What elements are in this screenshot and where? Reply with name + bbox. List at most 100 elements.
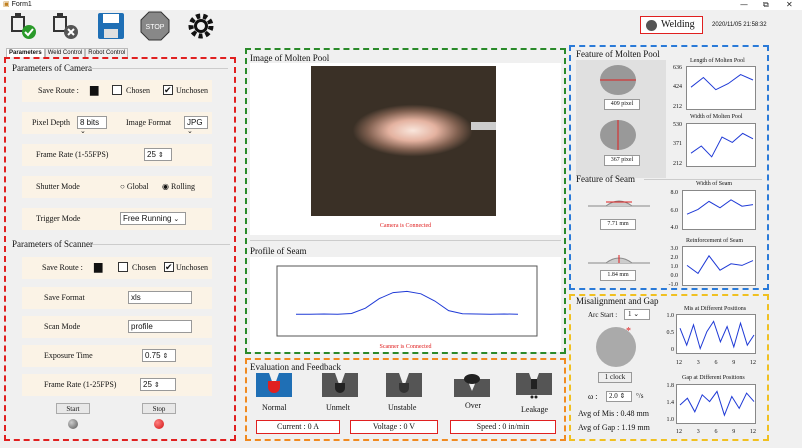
settings-button[interactable] xyxy=(186,11,216,41)
camera-status-text: Camera is Connected xyxy=(379,223,432,229)
seam-reinforcement-icon xyxy=(588,255,650,264)
current-readout: Current : 0 A xyxy=(256,420,340,434)
shutter-mode-label: Shutter Mode xyxy=(36,182,80,191)
pixel-depth-label: Pixel Depth xyxy=(32,118,70,127)
tick-label: 9 xyxy=(732,429,736,435)
unstable-weld-icon xyxy=(386,373,422,397)
pool-length-icon xyxy=(600,65,636,95)
leakage-label: Leakage xyxy=(521,405,549,414)
stop-button[interactable]: STOP xyxy=(140,11,170,41)
chosen-checkbox[interactable] xyxy=(112,85,122,95)
tick-label: 12 xyxy=(750,429,756,435)
tick-label: 1.8 xyxy=(666,383,675,389)
omega-label: ω : xyxy=(588,392,598,401)
unchosen-checkbox[interactable]: ✔ xyxy=(163,85,173,95)
molten-pool-image xyxy=(311,66,496,216)
pool-length-chart-title: Length of Molten Pool xyxy=(690,58,745,64)
floppy-disk-icon xyxy=(98,13,124,39)
app-icon: ▣ xyxy=(3,1,10,8)
tick-label: 12 xyxy=(676,429,682,435)
minimize-button[interactable]: — xyxy=(740,0,748,9)
start-button[interactable]: Start xyxy=(56,403,90,414)
omega-stepper[interactable]: 2.0 ⇕ xyxy=(606,391,632,402)
usb-connect-icon xyxy=(11,13,36,39)
close-button[interactable]: ✕ xyxy=(786,0,793,9)
timestamp: 2020/11/05 21:58:32 xyxy=(712,22,767,28)
welding-status-badge: Welding xyxy=(640,16,703,34)
tick-label: 212 xyxy=(673,104,682,110)
tab-strip: Parameters Weld Control Robot Control xyxy=(6,48,129,57)
trigger-mode-label: Trigger Mode xyxy=(36,214,81,223)
tick-label: 3 xyxy=(696,429,700,435)
unchosen-checkbox[interactable]: ✔ xyxy=(164,262,174,272)
seam-reinforcement-value: 1.84 mm xyxy=(600,270,636,281)
pixel-depth-row: Pixel Depth 8 bits ⌄ Image Format JPG ⌄ xyxy=(22,112,212,135)
seam-reinforcement-chart xyxy=(682,246,756,286)
scan-mode-row: Scan Mode profile xyxy=(22,316,212,338)
scanner-status-text: Scanner is Connected xyxy=(379,344,432,350)
speed-readout: Speed : 0 in/min xyxy=(450,420,556,434)
save-format-select[interactable]: xls xyxy=(128,291,192,304)
save-route-label: Save Route : xyxy=(42,263,83,272)
tick-label: 1.0 xyxy=(666,417,675,423)
seam-width-chart xyxy=(682,190,756,230)
arc-start-select[interactable]: 1 ⌄ xyxy=(624,309,650,320)
scan-mode-select[interactable]: profile xyxy=(128,320,192,333)
camera-frame-rate-row: Frame Rate (1-55FPS) 25 ⇕ xyxy=(22,144,212,166)
save-route-label: Save Route : xyxy=(38,86,79,95)
chosen-checkbox[interactable] xyxy=(118,262,128,272)
connect-camera-button[interactable] xyxy=(8,11,38,41)
scanner-save-route-row: Save Route : ▆ Chosen ✔ Unchosen xyxy=(22,257,212,279)
folder-icon[interactable]: ▆ xyxy=(90,83,98,96)
tab-weld-control[interactable]: Weld Control xyxy=(44,48,86,57)
window-title: ▣ Form1 xyxy=(3,0,32,8)
tick-label: 6.0 xyxy=(670,208,679,214)
tick-label: 3 xyxy=(696,360,700,366)
tab-parameters[interactable]: Parameters xyxy=(6,48,45,57)
image-format-select[interactable]: JPG ⌄ xyxy=(184,116,208,135)
rolling-radio[interactable]: ◉ Rolling xyxy=(162,182,195,191)
svg-text:STOP: STOP xyxy=(146,24,165,31)
global-radio[interactable]: ○ Global xyxy=(120,182,149,191)
start-indicator-icon xyxy=(68,419,78,429)
gap-x-axis: 12 3 6 9 12 xyxy=(676,429,756,435)
exposure-time-stepper[interactable]: 0.75 ⇕ xyxy=(142,349,176,362)
maximize-button[interactable]: ⧉ xyxy=(763,0,769,10)
tick-label: 9 xyxy=(732,360,736,366)
tab-robot-control[interactable]: Robot Control xyxy=(85,48,129,57)
stop-scan-button[interactable]: Stop xyxy=(142,403,176,414)
seam-width-value: 7.71 mm xyxy=(600,219,636,230)
tick-label: 4.0 xyxy=(670,225,679,231)
tick-label: 424 xyxy=(673,84,682,90)
pool-feature-title: Feature of Molten Pool xyxy=(576,49,660,59)
mis-chart xyxy=(676,314,756,354)
tick-label: 2.0 xyxy=(670,255,679,261)
save-button[interactable] xyxy=(96,11,126,41)
seam-feature-title: Feature of Seam xyxy=(576,174,635,184)
seam-reinforcement-chart-title: Reinforcement of Seam xyxy=(686,238,743,244)
tick-label: 12 xyxy=(750,360,756,366)
profile-title: Profile of Seam xyxy=(250,246,307,256)
mis-chart-title: Mis at Different Positions xyxy=(684,306,747,312)
tick-label: 1.0 xyxy=(666,313,675,319)
seam-width-chart-title: Width of Seam xyxy=(696,181,733,187)
tick-label: 0 xyxy=(671,347,674,353)
save-format-label: Save Format xyxy=(44,293,85,302)
pixel-depth-select[interactable]: 8 bits ⌄ xyxy=(77,116,107,135)
tick-label: 212 xyxy=(673,161,682,167)
disconnect-camera-button[interactable] xyxy=(50,11,80,41)
tick-label: 3.0 xyxy=(670,246,679,252)
shutter-mode-row: Shutter Mode ○ Global ◉ Rolling xyxy=(22,176,212,198)
exposure-time-row: Exposure Time 0.75 ⇕ xyxy=(22,345,212,367)
over-label: Over xyxy=(465,401,481,410)
frame-rate-stepper[interactable]: 25 ⇕ xyxy=(144,148,172,161)
unchosen-label: Unchosen xyxy=(176,86,208,95)
pool-width-chart xyxy=(686,123,756,167)
pool-length-chart xyxy=(686,66,756,110)
trigger-mode-select[interactable]: Free Running ⌄ xyxy=(120,212,186,225)
folder-icon[interactable]: ▆ xyxy=(94,260,102,273)
frame-rate-stepper[interactable]: 25 ⇕ xyxy=(140,378,176,391)
welding-label: Welding xyxy=(661,19,695,30)
image-title: Image of Molten Pool xyxy=(250,53,330,63)
gap-chart xyxy=(676,384,756,424)
